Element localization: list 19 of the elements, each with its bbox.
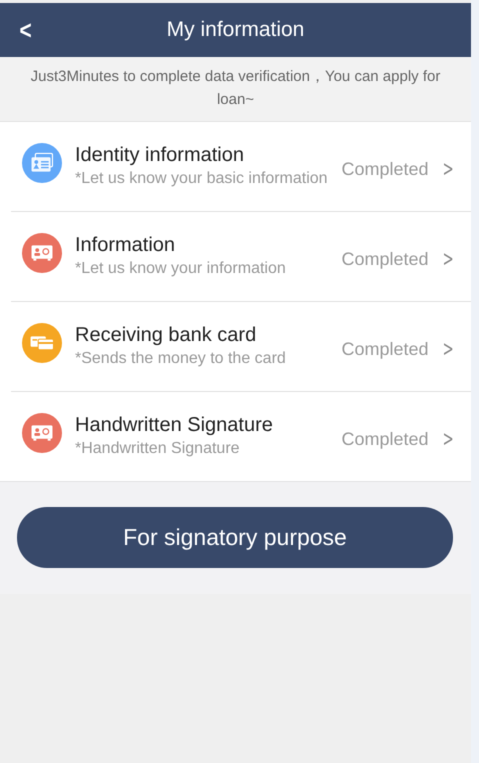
submit-button[interactable]: For signatory purpose: [17, 507, 453, 568]
back-button[interactable]: <: [16, 15, 35, 46]
status-text: Completed: [342, 248, 429, 270]
chevron-button[interactable]: >: [441, 156, 455, 182]
status-text: Completed: [342, 338, 429, 360]
item-subtitle: *Let us know your basic information: [75, 169, 328, 189]
chevron-button[interactable]: >: [441, 336, 455, 362]
item-title: Information: [75, 233, 176, 258]
item-subtitle: *Handwritten Signature: [75, 439, 241, 459]
item-subtitle: *Sends the money to the card: [75, 349, 286, 369]
chevron-button[interactable]: >: [441, 426, 455, 452]
item-title: Receiving bank card: [75, 323, 258, 348]
item-title: Identity information: [75, 143, 245, 168]
status-text: Completed: [342, 158, 429, 180]
page-title: My information: [166, 18, 304, 42]
item-subtitle: *Let us know your information: [75, 259, 286, 279]
status-text: Completed: [342, 428, 429, 450]
chevron-button[interactable]: >: [441, 246, 455, 272]
item-title: Handwritten Signature: [75, 413, 273, 438]
